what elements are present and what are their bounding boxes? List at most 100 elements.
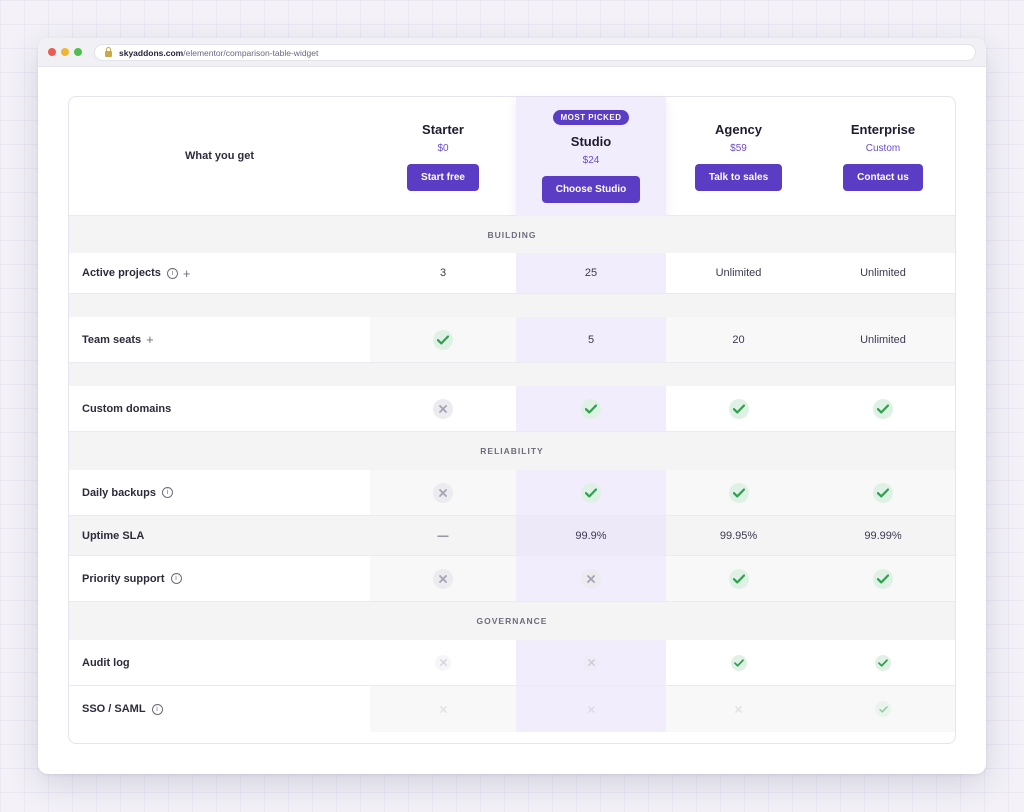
plan-agency: Agency $59 Talk to sales: [666, 97, 811, 216]
contact-us-button[interactable]: Contact us: [843, 164, 923, 191]
header-feature-cell: What you get: [69, 97, 370, 216]
value-cell-agency: [666, 686, 811, 732]
plan-name: Enterprise: [850, 122, 916, 137]
info-icon[interactable]: i: [161, 487, 173, 498]
choose-studio-button[interactable]: Choose Studio: [541, 176, 641, 203]
table-row-custom-domains: Custom domains: [69, 386, 955, 432]
minimize-window-button[interactable]: [61, 48, 69, 56]
section-header-reliability: RELIABILITY: [69, 432, 955, 470]
value-cell-enterprise: [811, 640, 955, 685]
check-icon: [730, 654, 747, 671]
value-cell-agency: [666, 470, 811, 515]
value-cell-studio: 25: [516, 253, 666, 293]
value-cell-enterprise: Unlimited: [860, 267, 906, 279]
plan-price: Custom: [865, 143, 901, 154]
check-icon: [875, 701, 891, 717]
value-cell-studio: [516, 640, 666, 685]
feature-label: Custom domains: [82, 402, 172, 415]
close-window-button[interactable]: [48, 48, 56, 56]
feature-label: Audit log: [82, 656, 130, 669]
cross-icon: [583, 654, 599, 671]
cross-icon: [587, 700, 595, 718]
info-icon[interactable]: i: [151, 703, 163, 715]
url-path: /elementor/comparison-table-widget: [183, 47, 319, 58]
value-cell-agency: 20: [732, 333, 745, 346]
table-row-daily-backups: Daily backups i: [69, 470, 955, 516]
row-spacer: [69, 363, 955, 386]
feature-label: Priority support: [82, 572, 165, 585]
cross-icon: [735, 700, 742, 718]
value-cell-studio: [516, 386, 666, 431]
value-cell-enterprise: Unlimited: [860, 333, 906, 346]
most-picked-badge: MOST PICKED: [553, 110, 629, 125]
feature-label: Team seats: [82, 333, 142, 346]
value-cell-starter: [370, 686, 516, 732]
plan-price: $24: [582, 155, 600, 166]
check-icon: [581, 398, 601, 419]
feature-cell: Custom domains: [69, 386, 370, 431]
plus-icon[interactable]: +: [183, 266, 191, 281]
feature-label: SSO / SAML: [82, 703, 146, 715]
check-icon: [873, 568, 893, 589]
check-icon: [581, 482, 601, 503]
feature-cell: Audit log: [69, 640, 370, 685]
cross-icon: [435, 654, 451, 671]
info-icon[interactable]: i: [166, 267, 178, 279]
header-label: What you get: [184, 150, 255, 162]
value-cell-studio: [516, 686, 666, 732]
value-cell-studio: [516, 556, 666, 601]
feature-cell: SSO / SAML i: [69, 686, 370, 732]
table-row-audit-log: Audit log: [69, 640, 955, 686]
value-cell-studio: 5: [516, 317, 666, 362]
check-icon: [875, 654, 891, 671]
value-cell-agency: Unlimited: [715, 267, 762, 279]
plan-name: Agency: [715, 122, 762, 137]
value-cell-starter: [370, 317, 516, 362]
value-cell-starter: [370, 556, 516, 601]
address-bar[interactable]: skyaddons.com/elementor/comparison-table…: [94, 44, 976, 61]
check-icon: [728, 398, 749, 419]
talk-to-sales-button[interactable]: Talk to sales: [694, 164, 783, 191]
start-free-button[interactable]: Start free: [407, 164, 479, 191]
plus-icon[interactable]: +: [146, 332, 154, 347]
plan-price: $59: [730, 143, 747, 154]
maximize-window-button[interactable]: [74, 48, 82, 56]
value-cell-agency: 99.95%: [719, 529, 758, 542]
value-cell-enterprise: [811, 470, 955, 515]
value-cell-agency: [666, 556, 811, 601]
cross-icon: [433, 482, 453, 503]
feature-cell: Team seats +: [69, 317, 370, 362]
plan-starter: Starter $0 Start free: [370, 97, 516, 216]
value-cell-agency: [666, 640, 811, 685]
value-cell-enterprise: 99.99%: [864, 529, 902, 542]
cross-icon: [433, 568, 453, 589]
info-icon[interactable]: i: [170, 573, 182, 584]
lock-icon: [105, 46, 112, 57]
check-icon: [433, 329, 453, 350]
cross-icon: [581, 568, 601, 589]
section-header-governance: GOVERNANCE: [69, 602, 955, 640]
cross-icon: [433, 398, 453, 419]
check-icon: [873, 398, 893, 419]
cross-icon: [439, 700, 447, 718]
browser-window: skyaddons.com/elementor/comparison-table…: [38, 38, 986, 774]
value-cell-enterprise: [811, 686, 955, 732]
check-icon: [873, 482, 893, 503]
section-header-building: BUILDING: [69, 216, 955, 253]
value-cell-studio: [516, 470, 666, 515]
feature-cell: Priority support i: [69, 556, 370, 601]
value-cell-starter: —: [437, 529, 449, 542]
plan-price: $0: [437, 143, 449, 154]
value-cell-enterprise: [811, 556, 955, 601]
plan-studio: MOST PICKED Studio $24 Choose Studio: [516, 97, 666, 216]
feature-label: Active projects: [82, 267, 161, 279]
value-cell-studio: 99.9%: [516, 516, 666, 555]
comparison-table: What you get Starter $0 Start free MOST …: [68, 96, 956, 744]
value-cell-starter: 3: [439, 267, 447, 279]
feature-cell: Uptime SLA: [69, 516, 370, 555]
feature-label: Uptime SLA: [82, 529, 145, 542]
table-row-team-seats: Team seats + 5 20 Unlimited: [69, 317, 955, 363]
value-cell-starter: [370, 640, 516, 685]
table-row-active-projects: Active projects i + 3 25 Unlimited Unlim…: [69, 253, 955, 294]
check-icon: [728, 482, 749, 503]
